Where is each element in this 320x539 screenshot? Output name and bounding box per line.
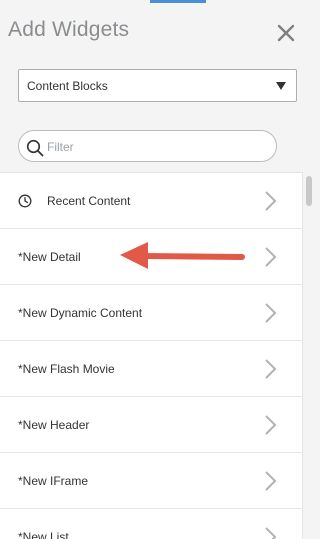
filter-field[interactable] <box>18 130 277 162</box>
widget-item-label: *New List <box>18 530 69 539</box>
chevron-right-icon <box>265 415 277 435</box>
widget-item-label: *New Dynamic Content <box>18 306 143 320</box>
widget-item-label: *New IFrame <box>18 474 89 488</box>
close-icon[interactable] <box>274 21 298 45</box>
category-select-value: Content Blocks <box>27 79 108 93</box>
widget-item-label: *New Header <box>18 418 90 432</box>
chevron-right-icon <box>265 527 277 539</box>
list-scrollbar[interactable] <box>302 172 314 539</box>
category-select[interactable]: Content Blocks <box>18 69 297 102</box>
filter-input[interactable] <box>47 137 267 157</box>
widget-item-new-flash-movie[interactable]: *New Flash Movie <box>0 341 302 397</box>
widget-item-recent-content[interactable]: Recent Content <box>0 173 302 229</box>
widget-item-label: *New Detail <box>18 250 81 264</box>
widget-item-new-list[interactable]: *New List <box>0 509 302 539</box>
annotation-arrow <box>120 242 245 269</box>
widget-item-label: *New Flash Movie <box>18 362 115 376</box>
chevron-right-icon <box>265 471 277 491</box>
widget-item-new-dynamic-content[interactable]: *New Dynamic Content <box>0 285 302 341</box>
panel-title: Add Widgets <box>8 18 130 41</box>
widget-item-new-iframe[interactable]: *New IFrame <box>0 453 302 509</box>
dropdown-caret-icon <box>276 82 286 90</box>
widget-item-label: Recent Content <box>47 194 131 208</box>
chevron-right-icon <box>265 191 277 211</box>
clock-icon <box>18 194 32 208</box>
widget-list: Recent Content *New Detail *New Dynamic … <box>0 172 302 539</box>
chevron-right-icon <box>265 247 277 267</box>
scrollbar-thumb[interactable] <box>306 176 312 206</box>
chevron-right-icon <box>265 359 277 379</box>
panel-header: Add Widgets <box>0 0 314 62</box>
search-icon <box>26 139 44 157</box>
widget-item-new-header[interactable]: *New Header <box>0 397 302 453</box>
chevron-right-icon <box>265 303 277 323</box>
